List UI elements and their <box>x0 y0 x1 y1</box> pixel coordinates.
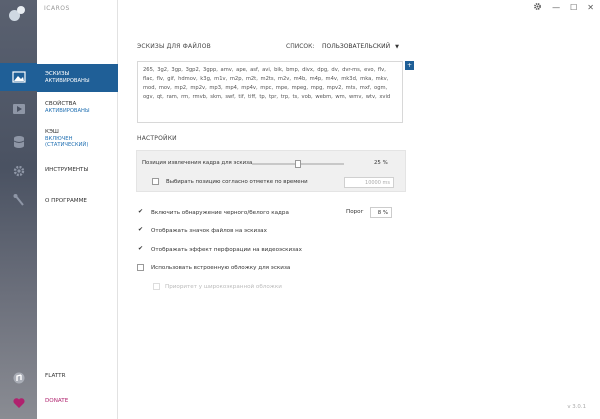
expand-icon[interactable]: + <box>405 61 414 70</box>
gear-icon <box>13 165 24 177</box>
nav-label: FLATTR <box>45 373 66 379</box>
rail-tools-button[interactable] <box>0 157 37 185</box>
rail-thumbnails-button[interactable] <box>0 63 37 91</box>
option-label: Использовать встроенную обложку для эски… <box>151 265 291 271</box>
nav-label: СВОЙСТВА <box>45 101 77 107</box>
option-label: Отображать значок файлов на эскизах <box>151 228 267 234</box>
frame-position-slider[interactable] <box>252 160 344 168</box>
list-label: СПИСОК: <box>286 43 315 50</box>
nav-status: АКТИВИРОВАНЫ <box>45 78 90 84</box>
icon-rail <box>0 0 37 419</box>
option-label: Включить обнаружение черного/белого кадр… <box>151 210 289 216</box>
nav-item-tools[interactable]: ИНСТРУМЕНТЫ <box>37 166 118 174</box>
chevron-down-icon: ▼ <box>395 44 400 50</box>
play-icon <box>12 104 25 114</box>
option-label: Приоритет у широкоэкранной обложки <box>165 284 282 290</box>
nav-label: ЭСКИЗЫ <box>45 71 70 77</box>
timestamp-checkbox[interactable] <box>152 178 159 185</box>
option-label: Отображать эффект перфорации на видеоэск… <box>151 247 302 253</box>
rail-cache-button[interactable] <box>0 128 37 156</box>
nav-item-properties[interactable]: СВОЙСТВА АКТИВИРОВАНЫ <box>37 100 118 115</box>
frame-position-label: Позиция извлечения кадра для эскиза <box>142 160 253 166</box>
tools-icon <box>13 194 24 206</box>
database-icon <box>13 136 24 148</box>
app-title: ICAROS <box>44 5 70 12</box>
nav-panel: ЭСКИЗЫ АКТИВИРОВАНЫ СВОЙСТВА АКТИВИРОВАН… <box>37 0 118 419</box>
nav-label: О ПРОГРАММЕ <box>45 198 87 204</box>
list-select-value: ПОЛЬЗОВАТЕЛЬСКИЙ <box>322 43 391 50</box>
option-checkbox[interactable]: ✔ <box>137 227 144 234</box>
nav-item-cache[interactable]: КЭШ ВКЛЮЧЕН (СТАТИЧЕСКИЙ) <box>37 128 118 148</box>
option-checkbox[interactable] <box>137 264 144 271</box>
slider-thumb[interactable] <box>295 160 301 168</box>
main-content: ЭСКИЗЫ ДЛЯ ФАЙЛОВ СПИСОК: ПОЛЬЗОВАТЕЛЬСК… <box>118 0 600 419</box>
frame-position-value: 25 % <box>374 160 388 166</box>
flattr-icon <box>13 372 24 384</box>
app-logo <box>9 6 27 24</box>
nav-status: АКТИВИРОВАНЫ <box>45 108 90 114</box>
rail-about-button[interactable] <box>0 186 37 214</box>
version-label: v 3.0.1 <box>567 404 586 410</box>
nav-label: DONATE <box>45 398 69 404</box>
option-checkbox[interactable]: ✔ <box>137 246 144 253</box>
threshold-label: Порог <box>346 209 364 215</box>
extensions-textarea[interactable]: 265, 3g2, 3gp, 3gp2, 3gpp, amv, ape, asf… <box>137 61 403 123</box>
rail-flattr-button[interactable] <box>0 364 37 392</box>
list-select[interactable]: ПОЛЬЗОВАТЕЛЬСКИЙ ▼ <box>322 43 399 50</box>
section-title-files: ЭСКИЗЫ ДЛЯ ФАЙЛОВ <box>137 43 211 50</box>
timestamp-input[interactable]: 10000 ms <box>344 177 394 188</box>
heart-icon <box>12 398 25 408</box>
nav-item-donate[interactable]: DONATE <box>37 397 118 405</box>
nav-item-thumbnails[interactable]: ЭСКИЗЫ АКТИВИРОВАНЫ <box>37 64 118 92</box>
nav-label: ИНСТРУМЕНТЫ <box>45 167 89 173</box>
rail-properties-button[interactable] <box>0 95 37 123</box>
nav-status-detail: (СТАТИЧЕСКИЙ) <box>45 142 89 148</box>
rail-donate-button[interactable] <box>0 389 37 417</box>
nav-label: КЭШ <box>45 129 59 135</box>
option-checkbox[interactable]: ✔ <box>137 209 144 216</box>
section-title-settings: НАСТРОЙКИ <box>137 135 177 142</box>
option-checkbox <box>153 283 160 290</box>
image-icon <box>11 71 26 83</box>
nav-item-flattr[interactable]: FLATTR <box>37 372 118 380</box>
timestamp-label: Выбирать позицию согласно отметке по вре… <box>166 179 308 185</box>
nav-item-about[interactable]: О ПРОГРАММЕ <box>37 197 118 205</box>
threshold-input[interactable]: 8 % <box>370 207 392 218</box>
